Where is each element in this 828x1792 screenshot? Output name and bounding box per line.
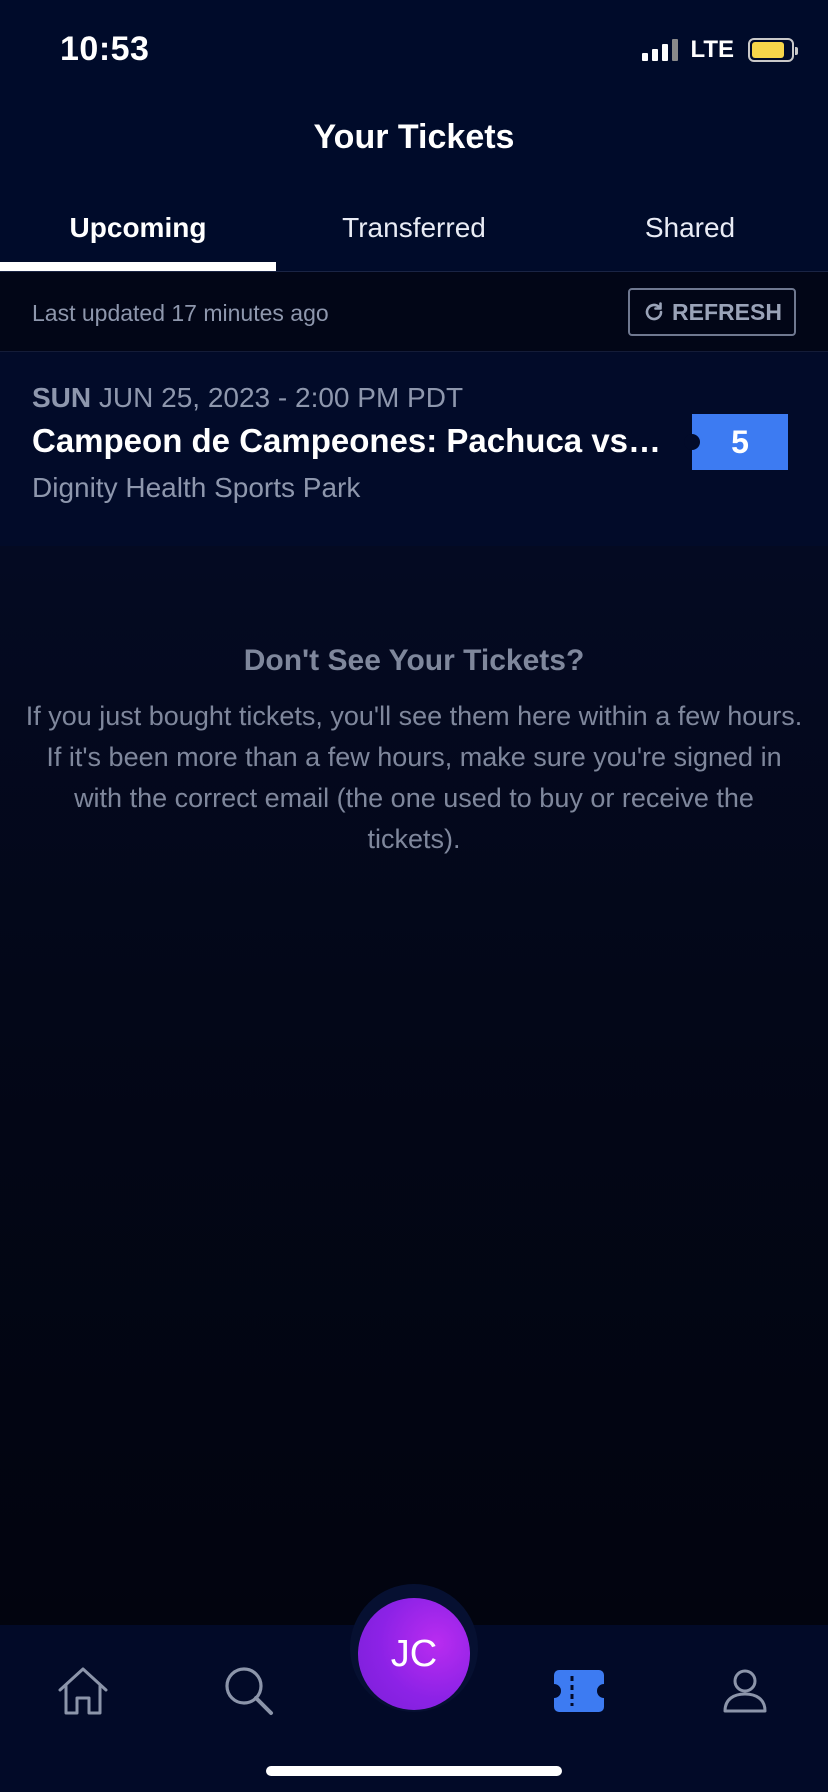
event-datetime: JUN 25, 2023 - 2:00 PM PDT — [91, 382, 464, 413]
status-bar: 10:53 LTE — [0, 0, 828, 100]
info-body: If you just bought tickets, you'll see t… — [25, 701, 803, 854]
update-bar: Last updated 17 minutes ago REFRESH — [0, 272, 828, 352]
battery-icon — [748, 38, 798, 62]
tab-upcoming[interactable]: Upcoming — [0, 200, 276, 272]
tab-transferred[interactable]: Transferred — [276, 200, 552, 272]
header: Your Tickets Upcoming Transferred Shared — [0, 100, 828, 272]
home-icon — [58, 1667, 108, 1715]
search-icon — [225, 1667, 273, 1715]
status-time: 10:53 — [60, 30, 150, 68]
event-card[interactable]: SUN JUN 25, 2023 - 2:00 PM PDT Campeon d… — [0, 352, 828, 546]
nav-account[interactable] — [690, 1651, 800, 1731]
event-title: Campeon de Campeones: Pachuca vs. Tigres — [32, 422, 662, 459]
home-indicator — [266, 1766, 562, 1776]
nav-home[interactable] — [28, 1651, 138, 1731]
refresh-button[interactable]: REFRESH — [628, 288, 796, 336]
info-title: Don't See Your Tickets? — [243, 644, 585, 677]
status-indicators: LTE — [642, 36, 798, 64]
signal-icon — [642, 39, 679, 61]
ticket-count: 5 — [731, 423, 749, 460]
avatar[interactable]: JC — [358, 1598, 470, 1710]
network-label: LTE — [690, 36, 734, 63]
last-updated-text: Last updated 17 minutes ago — [32, 300, 329, 326]
ticket-notch — [684, 434, 700, 450]
refresh-label: REFRESH — [672, 298, 782, 325]
event-day: SUN — [32, 382, 92, 413]
refresh-icon — [645, 302, 663, 321]
event-date: SUN JUN 25, 2023 - 2:00 PM PDT — [32, 382, 463, 414]
ticket-icon — [554, 1670, 604, 1712]
page-title: Your Tickets — [313, 118, 515, 156]
nav-tickets[interactable] — [524, 1651, 634, 1731]
event-venue: Dignity Health Sports Park — [32, 472, 361, 503]
battery-level — [752, 42, 785, 58]
account-icon — [723, 1669, 767, 1713]
ticket-tabs: Upcoming Transferred Shared — [0, 200, 828, 272]
tab-shared[interactable]: Shared — [552, 200, 828, 272]
nav-search[interactable] — [194, 1651, 304, 1731]
ticket-count-badge: 5 — [684, 414, 788, 470]
